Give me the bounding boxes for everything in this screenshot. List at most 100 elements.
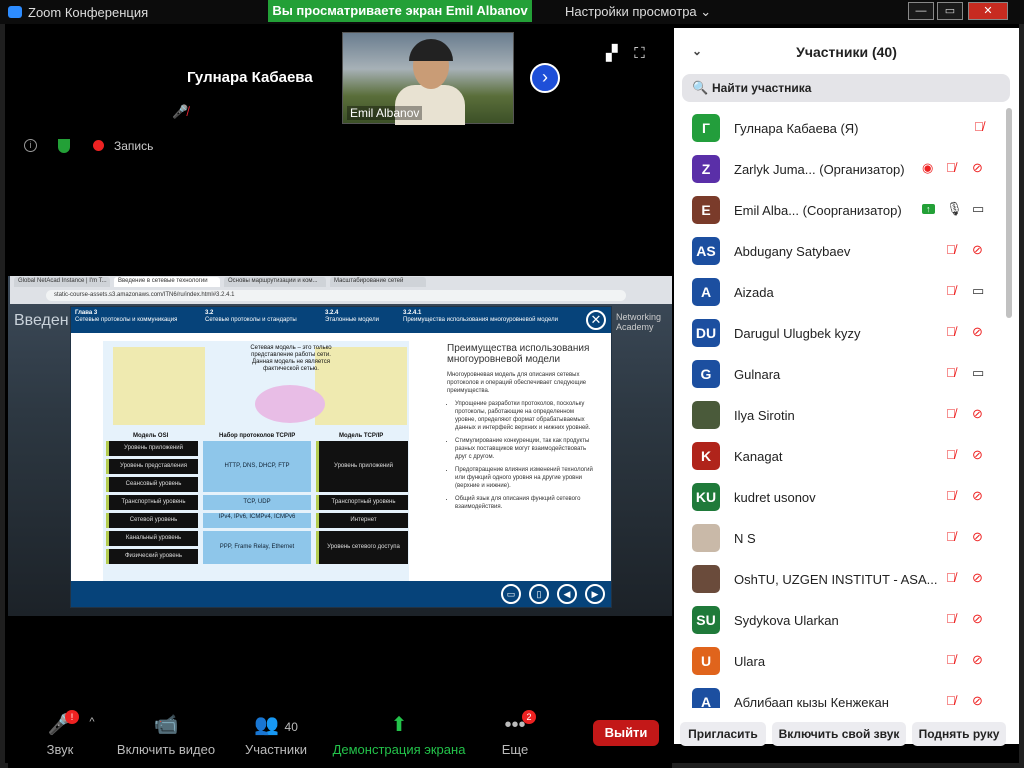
osi-network-image xyxy=(113,347,205,425)
mic-muted-icon[interactable]: 🎙̸ xyxy=(946,652,956,667)
start-video-button[interactable]: 📹 Включить видео xyxy=(112,710,220,757)
video-thumbnail[interactable]: Emil Albanov xyxy=(342,32,514,125)
video-icon[interactable]: ▭ xyxy=(972,365,984,381)
protocol-suite: HTTP, DNS, DHCP, FTP TCP, UDP IPv4, IPv6… xyxy=(203,441,311,567)
side-point: Общий язык для описания функций сетевого… xyxy=(455,495,595,511)
next-video-button[interactable]: › xyxy=(530,63,560,93)
participant-list-scrollbar[interactable] xyxy=(1006,108,1012,318)
participant-row[interactable]: Г Гулнара Кабаева (Я) 🎙̸ xyxy=(674,108,1006,149)
participant-row[interactable]: Z Zarlyk Juma... (Организатор) ◉ 🎙̸ ⊘ xyxy=(674,149,1006,190)
address-bar: static-course-assets.s3.amazonaws.com/IT… xyxy=(46,290,626,301)
avatar: G xyxy=(692,360,720,388)
video-off-icon[interactable]: ⊘ xyxy=(972,529,983,545)
osi-layer: Сетевой уровень xyxy=(106,513,198,528)
invite-button[interactable]: Пригласить xyxy=(680,722,766,746)
more-button[interactable]: ••• Еще 2 xyxy=(498,710,536,757)
audio-button[interactable]: 🎤 Звук ! xyxy=(40,710,80,757)
protocol-row: HTTP, DNS, DHCP, FTP xyxy=(203,441,311,492)
participant-row[interactable]: K Kanagat 🎙̸ ⊘ xyxy=(674,436,1006,477)
side-point: Упрощение разработки протоколов, посколь… xyxy=(455,400,595,432)
mic-muted-icon: 🎤̸ xyxy=(172,104,189,119)
video-off-icon[interactable]: ⊘ xyxy=(972,242,983,258)
participant-row[interactable]: U Ulara 🎙̸ ⊘ xyxy=(674,641,1006,682)
mic-muted-icon[interactable]: 🎙̸ xyxy=(946,242,956,257)
collapse-chevron-icon[interactable]: ⌄ xyxy=(692,27,702,75)
view-options-menu[interactable]: Настройки просмотра ⌄ xyxy=(565,4,711,20)
sharing-icon: ↑ xyxy=(922,204,935,214)
osi-layer: Уровень представления xyxy=(106,459,198,474)
raise-hand-button[interactable]: Поднять руку xyxy=(912,722,1006,746)
app-title: Zoom Конференция xyxy=(28,5,149,20)
mic-muted-icon[interactable]: 🎙̸ xyxy=(946,447,956,462)
avatar: Г xyxy=(692,114,720,142)
more-badge: 2 xyxy=(522,710,536,724)
avatar: Z xyxy=(692,155,720,183)
avatar: A xyxy=(692,278,720,306)
participant-row[interactable]: KU kudret usonov 🎙̸ ⊘ xyxy=(674,477,1006,518)
video-off-icon[interactable]: ⊘ xyxy=(972,488,983,504)
participant-row[interactable]: SU Sydykova Ularkan 🎙̸ ⊘ xyxy=(674,600,1006,641)
mic-muted-icon[interactable]: 🎙̸ xyxy=(974,119,984,134)
participant-search-input[interactable]: 🔍 Найти участника xyxy=(682,74,1010,102)
maximize-button[interactable]: ▭ xyxy=(937,2,963,20)
participant-name: Emil Alba... (Соорганизатор) xyxy=(734,203,902,218)
video-off-icon[interactable]: ⊘ xyxy=(972,160,983,176)
unmute-self-button[interactable]: Включить свой звук xyxy=(772,722,906,746)
info-icon[interactable]: i xyxy=(24,139,37,152)
participant-row[interactable]: A Аблибаап кызы Кенжекан 🎙̸ ⊘ xyxy=(674,682,1006,708)
osi-layer: Сеансовый уровень xyxy=(106,477,198,492)
participant-row[interactable]: OshTU, UZGEN INSTITUT - ASA... 🎙̸ ⊘ xyxy=(674,559,1006,600)
avatar xyxy=(692,524,720,552)
fullscreen-icon[interactable]: ⛶ xyxy=(634,45,645,62)
mic-muted-icon[interactable]: 🎙̸ xyxy=(946,693,956,708)
participant-row[interactable]: A Aizada 🎙̸ ▭ xyxy=(674,272,1006,313)
share-screen-button[interactable]: ⬆ Демонстрация экрана xyxy=(332,710,466,757)
breadcrumb: 3.2 Сетевые протоколы и стандарты xyxy=(205,310,297,323)
participant-row[interactable]: DU Darugul Ulugbek kyzy 🎙̸ ⊘ xyxy=(674,313,1006,354)
leave-button[interactable]: Выйти xyxy=(593,720,659,746)
video-icon[interactable]: ▭ xyxy=(972,201,984,217)
mic-muted-icon[interactable]: 🎙̸ xyxy=(946,611,956,626)
mic-muted-icon[interactable]: 🎙̸ xyxy=(946,283,956,298)
participant-row[interactable]: E Emil Alba... (Соорганизатор) ↑ 🎙 ▭ xyxy=(674,190,1006,231)
video-off-icon[interactable]: ⊘ xyxy=(972,406,983,422)
audio-options-chevron-icon[interactable]: ^ xyxy=(86,716,98,728)
minimize-button[interactable]: — xyxy=(908,2,934,20)
participant-list[interactable]: Г Гулнара Кабаева (Я) 🎙̸ Z Zarlyk Juma... (О… xyxy=(674,108,1006,708)
video-off-icon[interactable]: ⊘ xyxy=(972,652,983,668)
close-button[interactable]: ✕ xyxy=(968,2,1008,20)
video-off-icon[interactable]: ⊘ xyxy=(972,324,983,340)
mic-muted-icon[interactable]: 🎙̸ xyxy=(946,529,956,544)
osi-heading: Модель OSI xyxy=(133,433,169,439)
recording-dot-icon xyxy=(93,140,104,151)
avatar: SU xyxy=(692,606,720,634)
participant-row[interactable]: Ilya Sirotin 🎙̸ ⊘ xyxy=(674,395,1006,436)
browser-tab: Масштабирование сетей xyxy=(330,277,426,287)
video-off-icon[interactable]: ⊘ xyxy=(972,447,983,463)
comment-icon: ▭ xyxy=(501,584,521,604)
participant-row[interactable]: AS Abdugany Satybaev 🎙̸ ⊘ xyxy=(674,231,1006,272)
view-layout-icon[interactable]: ▞ xyxy=(606,45,618,62)
encryption-shield-icon[interactable] xyxy=(58,139,70,153)
mic-muted-icon[interactable]: 🎙̸ xyxy=(946,570,956,585)
video-off-icon[interactable]: ⊘ xyxy=(972,611,983,627)
next-page-icon: ▶ xyxy=(585,584,605,604)
recording-icon: ◉ xyxy=(922,160,934,175)
side-point: Стимулирование конкуренции, так как прод… xyxy=(455,437,595,461)
avatar: K xyxy=(692,442,720,470)
participants-button[interactable]: 👥 40 Участники xyxy=(244,710,308,757)
video-off-icon[interactable]: ⊘ xyxy=(972,693,983,708)
avatar: E xyxy=(692,196,720,224)
participant-name: Гулнара Кабаева (Я) xyxy=(734,121,859,136)
mic-muted-icon[interactable]: 🎙̸ xyxy=(946,365,956,380)
video-off-icon[interactable]: ⊘ xyxy=(972,570,983,586)
tcpip-layer: Уровень приложений xyxy=(316,441,408,492)
mic-icon[interactable]: 🎙 xyxy=(946,201,963,217)
mic-muted-icon[interactable]: 🎙̸ xyxy=(946,406,956,421)
mic-muted-icon[interactable]: 🎙̸ xyxy=(946,160,956,175)
participant-row[interactable]: N S 🎙̸ ⊘ xyxy=(674,518,1006,559)
mic-muted-icon[interactable]: 🎙̸ xyxy=(946,324,956,339)
video-icon[interactable]: ▭ xyxy=(972,283,984,299)
mic-muted-icon[interactable]: 🎙̸ xyxy=(946,488,956,503)
participant-row[interactable]: G Gulnara 🎙̸ ▭ xyxy=(674,354,1006,395)
